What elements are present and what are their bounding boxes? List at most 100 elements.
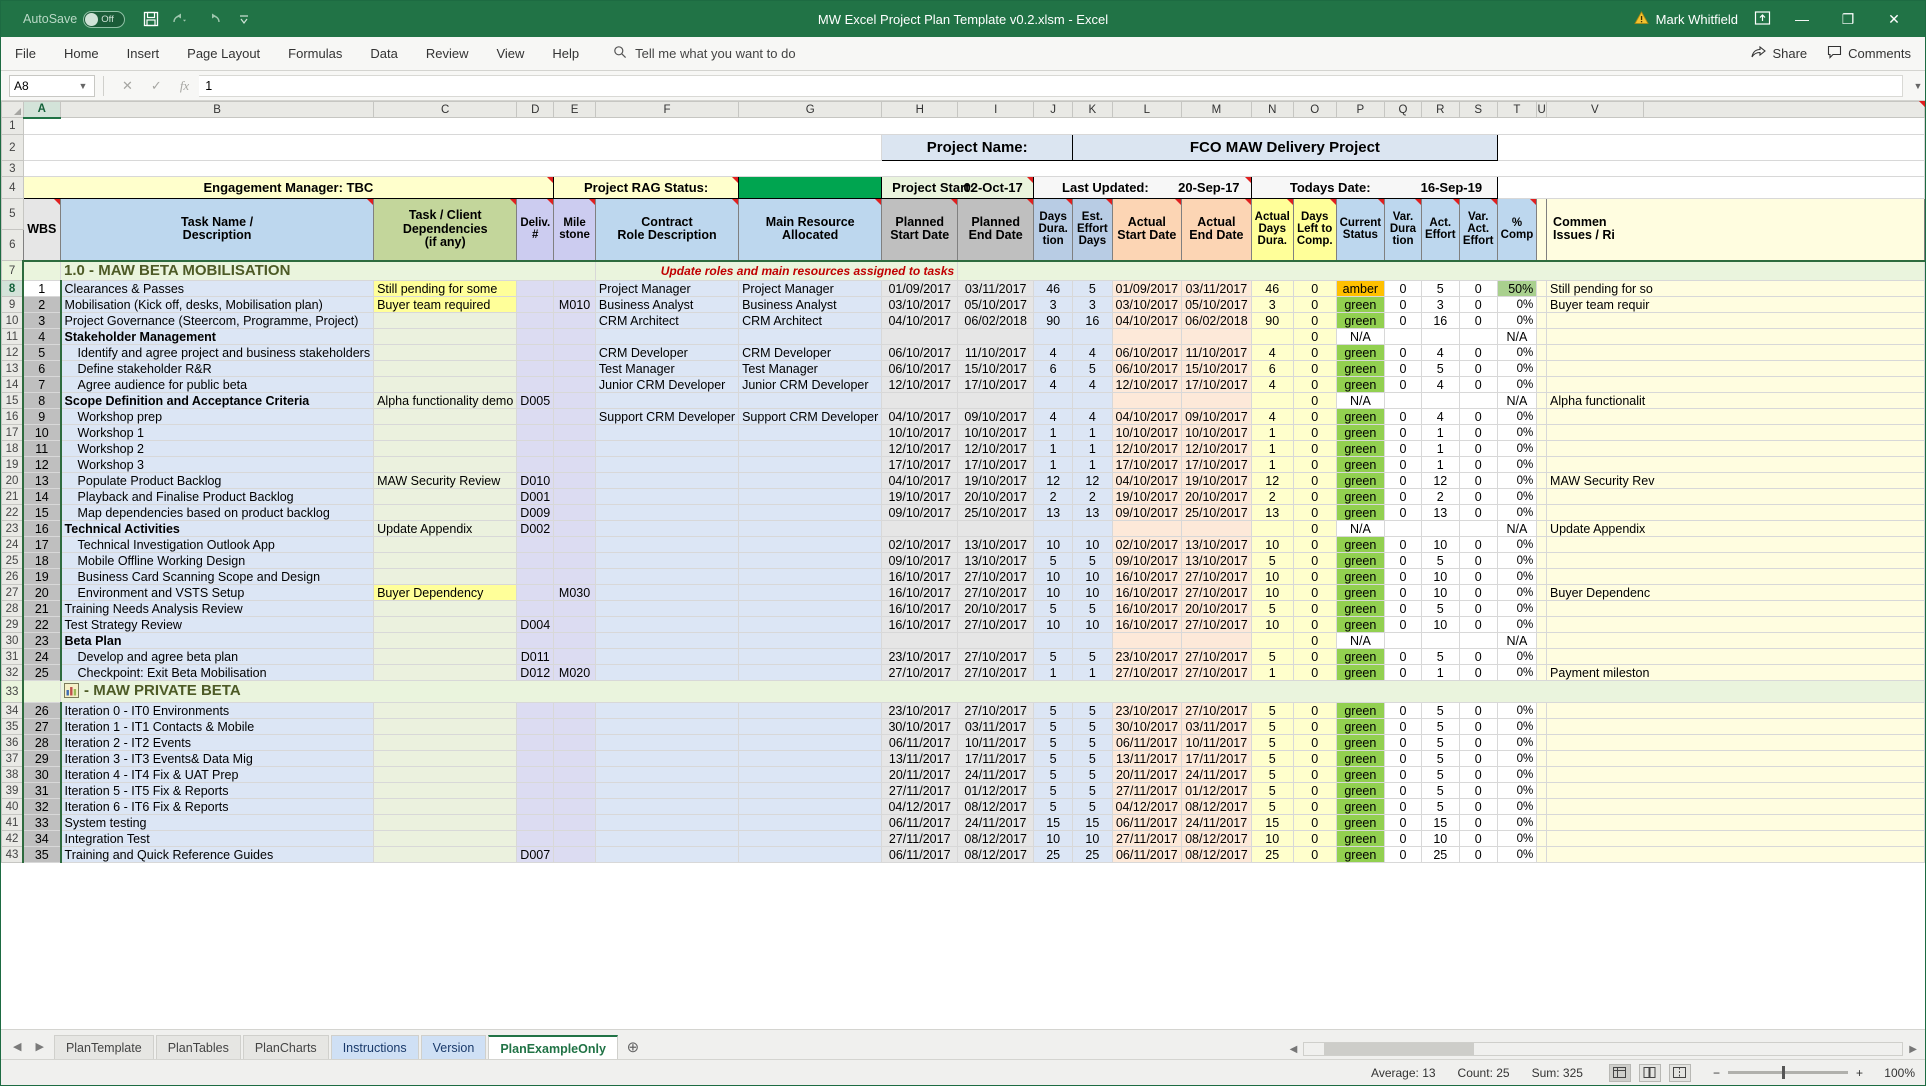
cell-status[interactable]: green <box>1335 456 1386 473</box>
cell-actual-end[interactable]: 01/12/2017 <box>1181 782 1252 799</box>
cell-actual-days-dura[interactable]: 1 <box>1250 456 1294 473</box>
cell-days-left[interactable]: 0 <box>1292 440 1337 457</box>
cell-wbs[interactable]: 6 <box>22 360 62 377</box>
cell-gap[interactable] <box>1536 664 1548 681</box>
column-header-M[interactable]: M <box>1181 101 1252 118</box>
cell-deliv[interactable]: D010 <box>516 472 555 489</box>
cell-deliv[interactable] <box>516 814 555 831</box>
cell-main-resource[interactable] <box>738 552 883 569</box>
cell-est-effort[interactable]: 15 <box>1072 814 1113 831</box>
cell-days-left[interactable]: 0 <box>1292 280 1337 297</box>
table-row[interactable]: 13 6 Define stakeholder R&R Test Manager Tes… <box>1 360 1925 377</box>
column-header-T[interactable]: T <box>1496 101 1538 118</box>
cell-gap[interactable] <box>1536 846 1548 863</box>
cell-gap[interactable] <box>1536 312 1548 329</box>
cell-deliv[interactable] <box>516 280 555 297</box>
row-header-10[interactable]: 10 <box>1 312 24 329</box>
cell-actual-start[interactable]: 01/09/2017 <box>1111 280 1183 297</box>
cell-actual-days-dura[interactable]: 10 <box>1250 830 1294 847</box>
cell-status[interactable]: green <box>1335 718 1386 735</box>
cell-contract-role[interactable] <box>594 600 740 617</box>
cell-deliv[interactable] <box>516 328 555 345</box>
cell-milestone[interactable] <box>553 846 596 863</box>
section1-wbs-cell[interactable] <box>22 259 62 281</box>
cell-actual-start[interactable]: 09/10/2017 <box>1111 504 1183 521</box>
cell-days-left[interactable]: 0 <box>1292 830 1337 847</box>
table-row[interactable]: 12 5 Identify and agree project and busine… <box>1 344 1925 361</box>
comments-button[interactable]: Comments <box>1827 45 1911 62</box>
cell-pct-comp[interactable]: 0% <box>1496 648 1538 665</box>
row-header-31[interactable]: 31 <box>1 648 24 665</box>
cell-planned-end[interactable]: 20/10/2017 <box>957 600 1035 617</box>
cell-dependencies[interactable]: Buyer Dependency <box>373 584 518 601</box>
cell-var-duration[interactable]: 0 <box>1384 648 1422 665</box>
cell-main-resource[interactable] <box>738 648 883 665</box>
cell-comments[interactable]: Buyer Dependenc <box>1546 584 1925 601</box>
cell-actual-end[interactable]: 27/10/2017 <box>1181 702 1252 719</box>
cell-planned-start[interactable]: 04/10/2017 <box>881 312 959 329</box>
cell-actual-end[interactable]: 27/10/2017 <box>1181 648 1252 665</box>
cell-deliv[interactable] <box>516 360 555 377</box>
cell-wbs[interactable]: 23 <box>22 632 62 649</box>
cell-est-effort[interactable]: 1 <box>1072 440 1113 457</box>
cell-days-left[interactable]: 0 <box>1292 600 1337 617</box>
cell-dependencies[interactable] <box>373 360 518 377</box>
cell-days-left[interactable]: 0 <box>1292 504 1337 521</box>
cell-act-effort[interactable] <box>1420 520 1460 537</box>
cell-planned-end[interactable]: 17/11/2017 <box>957 750 1035 767</box>
cell-contract-role[interactable] <box>594 830 740 847</box>
cell-actual-days-dura[interactable]: 4 <box>1250 408 1294 425</box>
cell-planned-end[interactable]: 27/10/2017 <box>957 568 1035 585</box>
cell-planned-end[interactable]: 08/12/2017 <box>957 846 1035 863</box>
tab-insert[interactable]: Insert <box>113 37 174 71</box>
cell-actual-start[interactable]: 19/10/2017 <box>1111 488 1183 505</box>
column-header-N[interactable]: N <box>1250 101 1294 118</box>
cell-wbs[interactable]: 13 <box>22 472 62 489</box>
cell-actual-start[interactable]: 20/11/2017 <box>1111 766 1183 783</box>
cell-status[interactable]: green <box>1335 766 1386 783</box>
cell-status[interactable]: N/A <box>1335 328 1386 345</box>
cell-act-effort[interactable]: 10 <box>1420 568 1460 585</box>
cell-deliv[interactable] <box>516 600 555 617</box>
cell-var-act-effort[interactable]: 0 <box>1458 648 1498 665</box>
cell-var-act-effort[interactable]: 0 <box>1458 552 1498 569</box>
cell-status[interactable]: green <box>1335 782 1386 799</box>
cell-days-duration[interactable]: 5 <box>1033 552 1074 569</box>
cell-days-duration[interactable]: 2 <box>1033 488 1074 505</box>
cell-wbs[interactable]: 20 <box>22 584 62 601</box>
cell-planned-end[interactable]: 03/11/2017 <box>957 718 1035 735</box>
cell-wbs[interactable]: 29 <box>22 750 62 767</box>
cell-est-effort[interactable]: 1 <box>1072 456 1113 473</box>
row-header-23[interactable]: 23 <box>1 520 24 537</box>
cell-var-duration[interactable]: 0 <box>1384 376 1422 393</box>
cell-comments[interactable] <box>1546 814 1925 831</box>
cell-actual-start[interactable]: 03/10/2017 <box>1111 296 1183 313</box>
cell-days-left[interactable]: 0 <box>1292 296 1337 313</box>
cell-act-effort[interactable]: 5 <box>1420 750 1460 767</box>
cell-wbs[interactable]: 30 <box>22 766 62 783</box>
cell-est-effort[interactable]: 10 <box>1072 584 1113 601</box>
cell-var-act-effort[interactable]: 0 <box>1458 798 1498 815</box>
cell-milestone[interactable] <box>553 488 596 505</box>
scroll-left-icon[interactable]: ◀ <box>1290 1044 1298 1055</box>
cell-planned-start[interactable]: 13/11/2017 <box>881 750 959 767</box>
cell-planned-start[interactable]: 16/10/2017 <box>881 600 959 617</box>
cell-milestone[interactable]: M010 <box>553 296 596 313</box>
cell-est-effort[interactable] <box>1072 392 1113 409</box>
table-row[interactable]: 20 13 Populate Product Backlog MAW Security… <box>1 472 1925 489</box>
cell-planned-end[interactable]: 08/12/2017 <box>957 798 1035 815</box>
cell-planned-start[interactable]: 04/10/2017 <box>881 472 959 489</box>
cell-var-duration[interactable]: 0 <box>1384 440 1422 457</box>
cell-gap[interactable] <box>1536 814 1548 831</box>
cell-days-duration[interactable]: 10 <box>1033 568 1074 585</box>
table-row[interactable]: 36 28 Iteration 2 - IT2 Events 06/11/2017 10… <box>1 734 1925 751</box>
cell-deliv[interactable]: D005 <box>516 392 555 409</box>
cell-planned-start[interactable]: 04/10/2017 <box>881 408 959 425</box>
cell-contract-role[interactable] <box>594 702 740 719</box>
cell-var-duration[interactable]: 0 <box>1384 408 1422 425</box>
cell-milestone[interactable] <box>553 456 596 473</box>
cell-main-resource[interactable]: Business Analyst <box>738 296 883 313</box>
cell-wbs[interactable]: 34 <box>22 830 62 847</box>
cell-actual-end[interactable] <box>1181 392 1252 409</box>
cell-gap[interactable] <box>1536 798 1548 815</box>
